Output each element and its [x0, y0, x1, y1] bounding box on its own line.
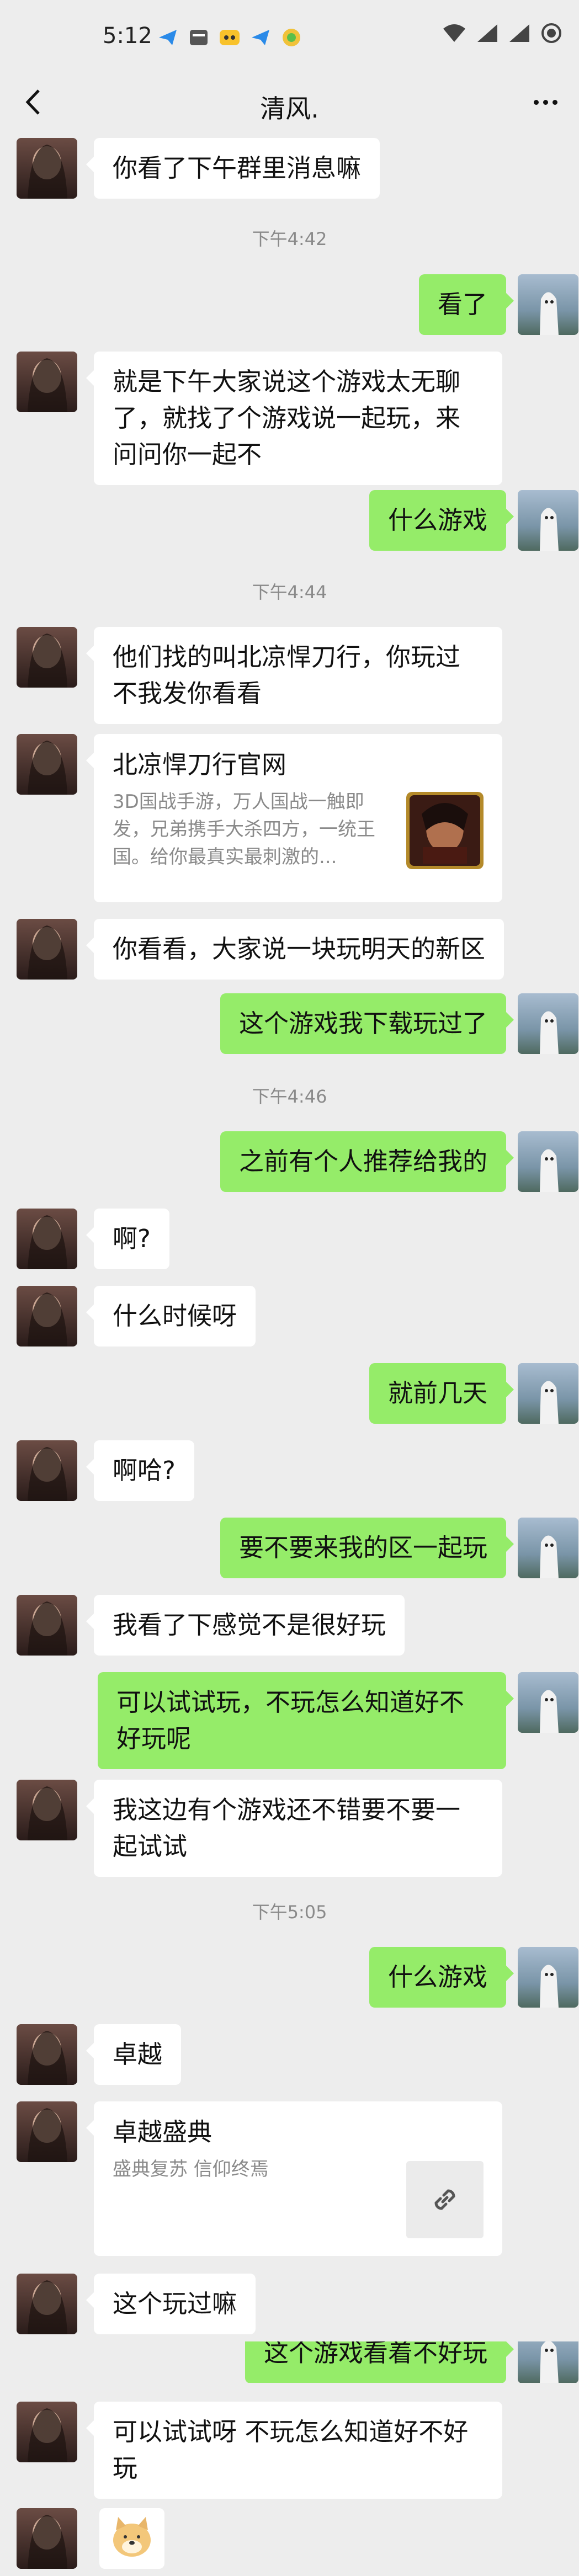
timestamp: 下午5:05 — [252, 1902, 327, 1923]
contact-avatar[interactable] — [17, 1440, 77, 1501]
message-bubble[interactable]: 我看了下感觉不是很好玩 — [86, 1595, 405, 1656]
status-bar: 5:12 — [0, 0, 579, 74]
message-bubble[interactable]: 我这边有个游戏还不错要不要一起试试 — [86, 1780, 502, 1877]
self-avatar[interactable] — [518, 490, 578, 551]
self-avatar[interactable] — [518, 2341, 578, 2383]
contact-avatar[interactable] — [17, 1209, 77, 1269]
inbox-icon — [190, 30, 208, 45]
status-app-icons — [157, 23, 302, 52]
battery-icon — [541, 23, 561, 43]
message-bubble[interactable]: 看了 — [418, 274, 514, 335]
contact-avatar[interactable] — [17, 2024, 77, 2085]
chat-header: 清风. — [0, 74, 579, 130]
link-card[interactable]: 卓越盛典 盛典复苏 信仰终焉 — [86, 2101, 502, 2256]
message-bubble[interactable]: 可以试试玩，不玩怎么知道好不好玩呢 — [98, 1672, 514, 1769]
message-bubble[interactable]: 什么游戏 — [369, 1947, 514, 2008]
contact-avatar[interactable] — [17, 1780, 77, 1840]
message-bubble[interactable]: 要不要来我的区一起玩 — [220, 1518, 514, 1578]
signal-icon-1 — [477, 24, 497, 42]
more-options-button[interactable] — [526, 86, 565, 119]
status-indicators — [442, 22, 562, 44]
message-bubble[interactable]: 卓越 — [86, 2024, 182, 2085]
chat-title: 清风. — [260, 94, 319, 124]
link-card-title: 卓越盛典 — [113, 2117, 213, 2147]
contact-avatar[interactable] — [17, 2101, 77, 2162]
self-avatar[interactable] — [518, 274, 578, 335]
message-bubble[interactable]: 这个玩过嘛 — [86, 2274, 256, 2334]
message-bubble[interactable]: 你看看，大家说一块玩明天的新区 — [86, 919, 504, 980]
meituan-icon — [220, 30, 240, 45]
contact-avatar[interactable] — [17, 627, 77, 688]
message-bubble[interactable]: 你看了下午群里消息嘛 — [86, 138, 380, 199]
link-card[interactable]: 北凉悍刀行官网 3D国战手游，万人国战一触即发，兄弟携手大杀四方，一统王国。给你… — [86, 734, 502, 902]
contact-avatar[interactable] — [17, 919, 77, 980]
self-avatar[interactable] — [518, 993, 578, 1054]
timestamp: 下午4:42 — [252, 228, 327, 249]
message-bubble[interactable]: 啊哈? — [86, 1440, 194, 1501]
send-icon — [159, 30, 177, 45]
contact-avatar[interactable] — [17, 1595, 77, 1656]
contact-avatar[interactable] — [17, 2508, 77, 2569]
message-bubble[interactable]: 这个游戏看着不好玩 — [245, 2341, 514, 2383]
status-time: 5:12 — [103, 23, 152, 49]
contact-avatar[interactable] — [17, 352, 77, 412]
link-card-title: 北凉悍刀行官网 — [113, 750, 287, 779]
self-avatar[interactable] — [518, 1947, 578, 2008]
timestamp: 下午4:46 — [252, 1086, 327, 1107]
link-icon — [434, 2189, 455, 2210]
self-avatar[interactable] — [518, 1131, 578, 1192]
message-bubble[interactable]: 就前几天 — [369, 1363, 514, 1424]
contact-avatar[interactable] — [17, 138, 77, 199]
link-card-description: 3D国战手游，万人国战一触即发，兄弟携手大杀四方，一统王国。给你最真实最刺激的.… — [113, 791, 375, 868]
doge-icon — [113, 2517, 151, 2557]
coin-icon — [283, 29, 300, 46]
contact-avatar[interactable] — [17, 1286, 77, 1346]
message-bubble[interactable]: 就是下午大家说这个游戏太无聊了，就找了个游戏说一起玩，来问问你一起不 — [86, 352, 502, 485]
doge-sticker[interactable] — [99, 2508, 164, 2569]
contact-avatar[interactable] — [17, 2402, 77, 2462]
contact-avatar[interactable] — [17, 734, 77, 795]
message-row: 这个游戏看着不好玩 — [0, 2341, 579, 2383]
contact-avatar[interactable] — [17, 2274, 77, 2334]
message-bubble[interactable]: 什么游戏 — [369, 490, 514, 551]
send-icon-2 — [252, 30, 269, 45]
message-bubble[interactable]: 什么时候呀 — [86, 1286, 256, 1346]
game-thumbnail — [406, 792, 484, 869]
message-bubble[interactable]: 他们找的叫北凉悍刀行，你玩过不我发你看看 — [86, 627, 502, 724]
message-bubble[interactable]: 这个游戏我下载玩过了 — [220, 993, 514, 1054]
self-avatar[interactable] — [518, 1518, 578, 1578]
message-bubble[interactable]: 之前有个人推荐给我的 — [220, 1131, 514, 1192]
self-avatar[interactable] — [518, 1363, 578, 1424]
timestamp: 下午4:44 — [252, 582, 327, 603]
self-avatar[interactable] — [518, 1672, 578, 1733]
link-placeholder — [406, 2161, 484, 2238]
message-bubble[interactable]: 啊? — [86, 1209, 169, 1269]
wifi-icon — [443, 24, 465, 42]
signal-icon-2 — [509, 24, 529, 42]
message-bubble[interactable]: 可以试试呀 不玩怎么知道好不好玩 — [86, 2402, 502, 2499]
